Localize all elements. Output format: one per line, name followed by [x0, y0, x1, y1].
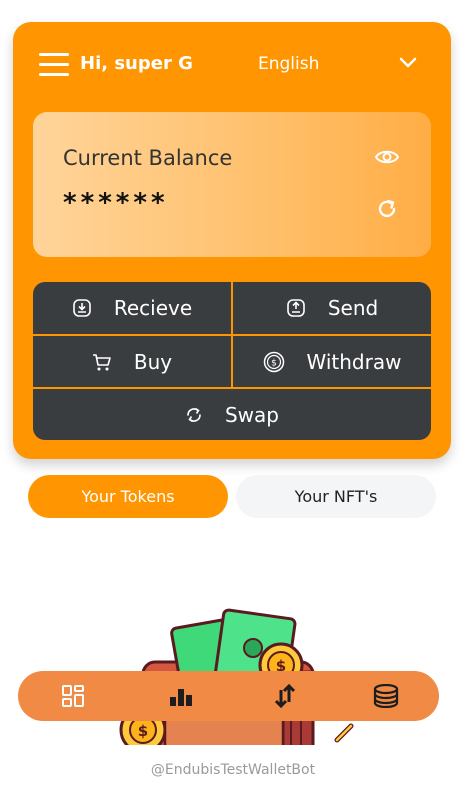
svg-text:$: $	[271, 359, 277, 369]
balance-panel: Current Balance ******	[33, 112, 431, 257]
swap-button[interactable]: Swap	[33, 389, 431, 440]
dollar-coin-icon: $	[263, 351, 284, 373]
bot-handle: @EndubisTestWalletBot	[150, 762, 316, 778]
balance-value: ******	[63, 188, 169, 218]
balance-title: Current Balance	[63, 146, 233, 170]
eye-icon[interactable]	[375, 148, 399, 166]
send-button[interactable]: Send	[233, 282, 431, 334]
menu-icon[interactable]	[39, 53, 69, 77]
withdraw-button[interactable]: $ Withdraw	[233, 336, 431, 388]
transfer-icon	[274, 684, 296, 708]
tab-nfts[interactable]: Your NFT's	[236, 475, 436, 518]
cart-icon	[92, 354, 111, 371]
refresh-icon[interactable]	[376, 198, 398, 220]
send-label: Send	[327, 296, 379, 320]
greeting: Hi, super G	[80, 53, 193, 74]
receive-icon	[73, 299, 91, 317]
tab-tokens[interactable]: Your Tokens	[28, 475, 228, 518]
actions-grid: Recieve Send Buy $ Withdraw Swap	[33, 282, 431, 440]
chart-icon	[170, 689, 192, 706]
divider	[33, 334, 431, 336]
chevron-down-icon[interactable]	[398, 56, 418, 70]
send-icon	[287, 299, 305, 317]
swap-icon	[187, 407, 201, 422]
nav-coins[interactable]	[373, 683, 399, 709]
asset-tabs: Your Tokens Your NFT's	[28, 475, 436, 518]
coins-icon	[373, 684, 399, 708]
withdraw-label: Withdraw	[306, 350, 402, 374]
buy-button[interactable]: Buy	[33, 336, 231, 388]
language-select[interactable]: English	[258, 54, 319, 74]
nav-stats[interactable]	[168, 683, 194, 709]
header: Hi, super G English	[13, 22, 451, 108]
divider	[33, 387, 431, 389]
svg-text:$: $	[138, 722, 148, 740]
nav-dashboard[interactable]	[60, 683, 86, 709]
nav-transfer[interactable]	[272, 683, 298, 709]
receive-label: Recieve	[113, 296, 193, 320]
bottom-nav	[18, 671, 439, 721]
receive-button[interactable]: Recieve	[33, 282, 231, 334]
dashboard-icon	[62, 685, 84, 707]
wallet-card: Hi, super G English Current Balance ****…	[13, 22, 451, 459]
swap-label: Swap	[224, 402, 279, 427]
buy-label: Buy	[133, 350, 173, 374]
